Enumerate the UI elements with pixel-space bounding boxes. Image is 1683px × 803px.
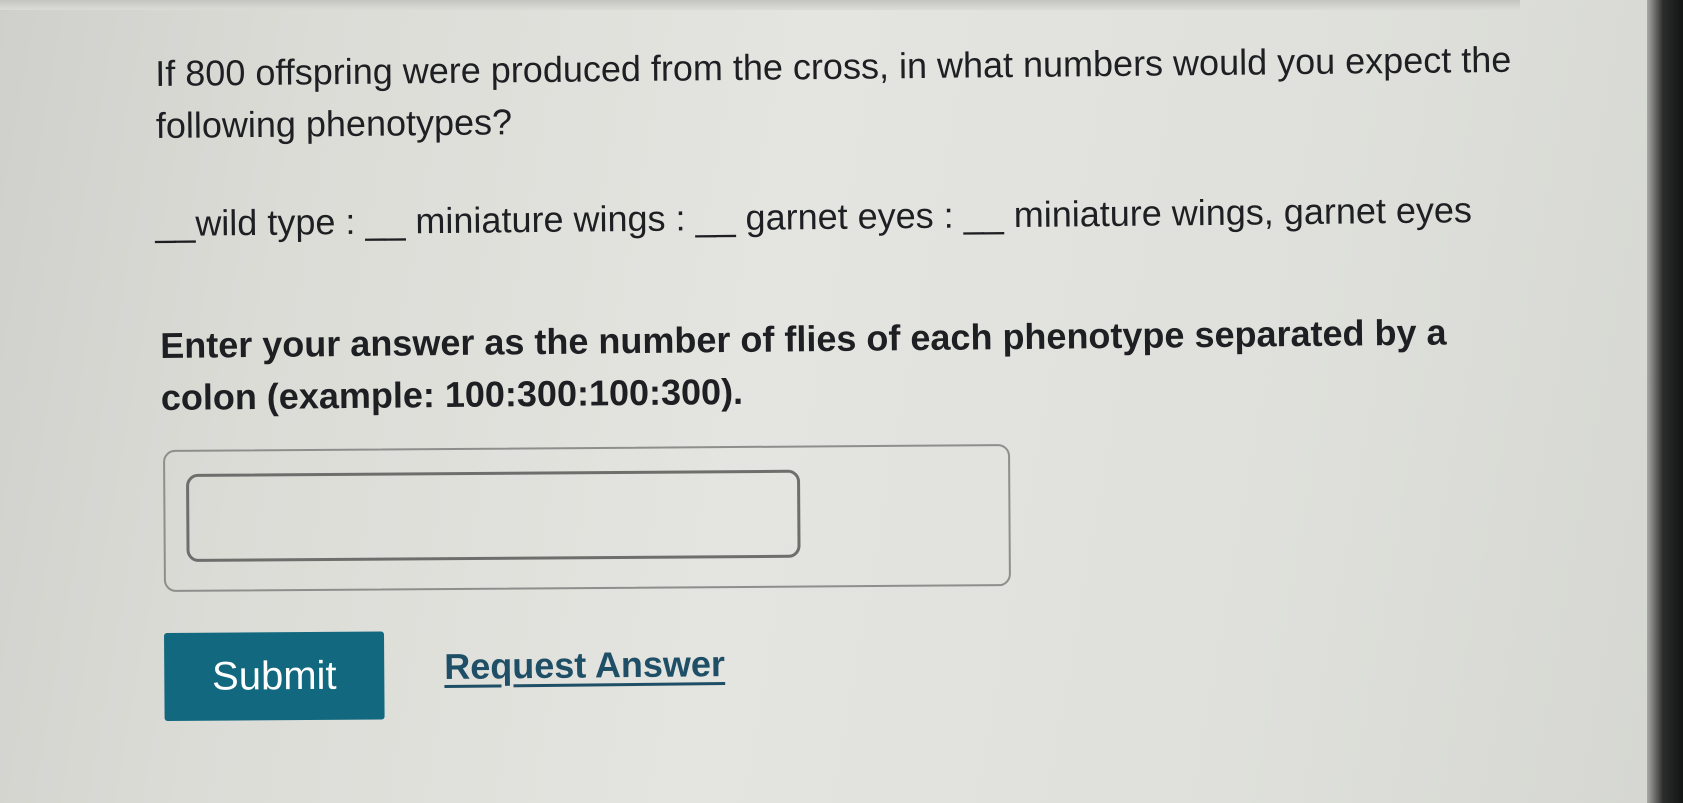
- phenotype-list: __wild type : __ miniature wings : __ ga…: [155, 189, 1473, 244]
- question-text: If 800 offspring were produced from the …: [155, 38, 1512, 146]
- screen-top-edge: [0, 0, 1520, 10]
- request-answer-link[interactable]: Request Answer: [444, 643, 725, 688]
- submit-button[interactable]: Submit: [164, 631, 385, 721]
- answer-instructions: Enter your answer as the number of flies…: [160, 311, 1447, 418]
- answer-input[interactable]: [186, 469, 801, 562]
- monitor-bezel: [1647, 0, 1683, 803]
